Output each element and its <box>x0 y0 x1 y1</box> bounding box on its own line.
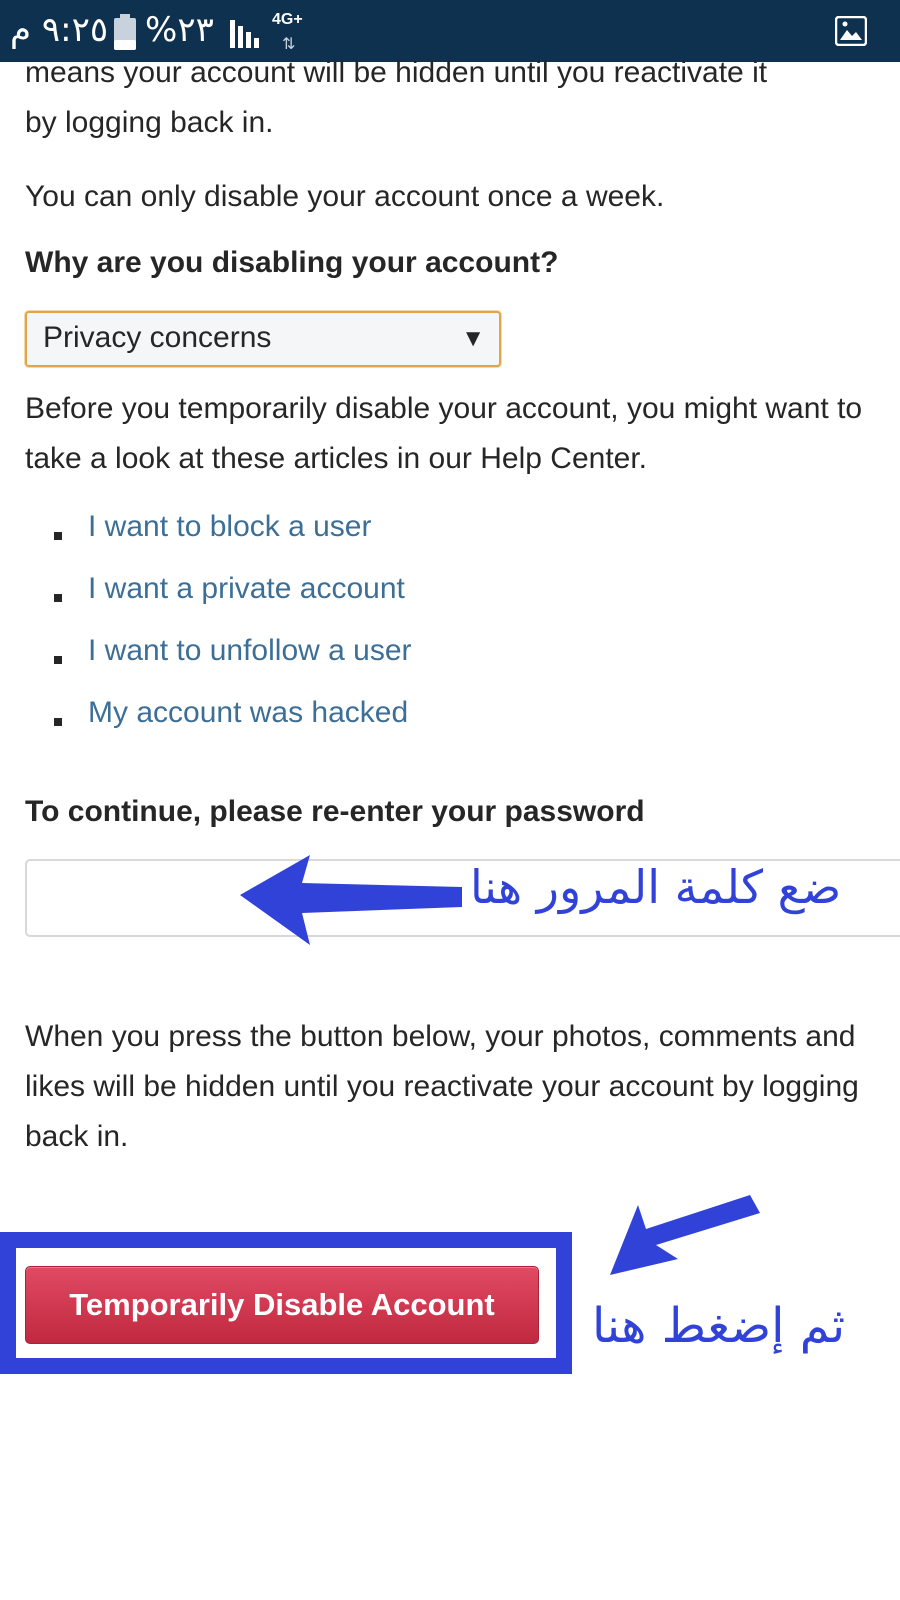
password-heading: To continue, please re-enter your passwo… <box>25 795 645 828</box>
intro-line-1: means your account will be hidden until … <box>25 56 768 89</box>
clock: ٩:٢٥ م <box>10 10 109 50</box>
gallery-icon <box>835 16 867 46</box>
help-link-account-hacked[interactable]: My account was hacked <box>88 696 408 730</box>
warning-paragraph: When you press the button below, your ph… <box>25 1020 859 1153</box>
once-a-week-note: You can only disable your account once a… <box>25 180 665 213</box>
intro-line-2: by logging back in. <box>25 106 274 139</box>
battery-percent: %٢٣ <box>145 10 214 50</box>
password-annotation: ضع كلمة المرور هنا <box>470 860 842 914</box>
network-type: 4G+ <box>272 11 303 28</box>
list-item: My account was hacked <box>0 696 700 746</box>
signal-icon <box>230 20 259 48</box>
help-link-private-account[interactable]: I want a private account <box>88 572 405 606</box>
bullet-icon <box>54 656 62 664</box>
bullet-icon <box>54 532 62 540</box>
intro-paragraph: means your account will be hidden until … <box>25 48 895 148</box>
help-link-block-user[interactable]: I want to block a user <box>88 510 371 544</box>
bullet-icon <box>54 594 62 602</box>
list-item: I want a private account <box>0 572 700 622</box>
list-item: I want to block a user <box>0 510 700 560</box>
help-center-intro: Before you temporarily disable your acco… <box>25 392 863 475</box>
list-item: I want to unfollow a user <box>0 634 700 684</box>
reason-select[interactable]: Privacy concerns ▼ <box>25 311 501 367</box>
button-annotation: ثم إضغط هنا <box>592 1298 846 1354</box>
reason-select-value: Privacy concerns <box>43 321 272 354</box>
temporarily-disable-button[interactable]: Temporarily Disable Account <box>25 1266 539 1344</box>
help-link-unfollow-user[interactable]: I want to unfollow a user <box>88 634 412 668</box>
dropdown-arrow-icon: ▼ <box>461 325 485 352</box>
reason-heading: Why are you disabling your account? <box>25 246 559 279</box>
bullet-icon <box>54 718 62 726</box>
battery-icon <box>114 14 136 50</box>
arrow-left-icon <box>240 855 462 945</box>
arrow-down-left-icon <box>610 1195 760 1275</box>
